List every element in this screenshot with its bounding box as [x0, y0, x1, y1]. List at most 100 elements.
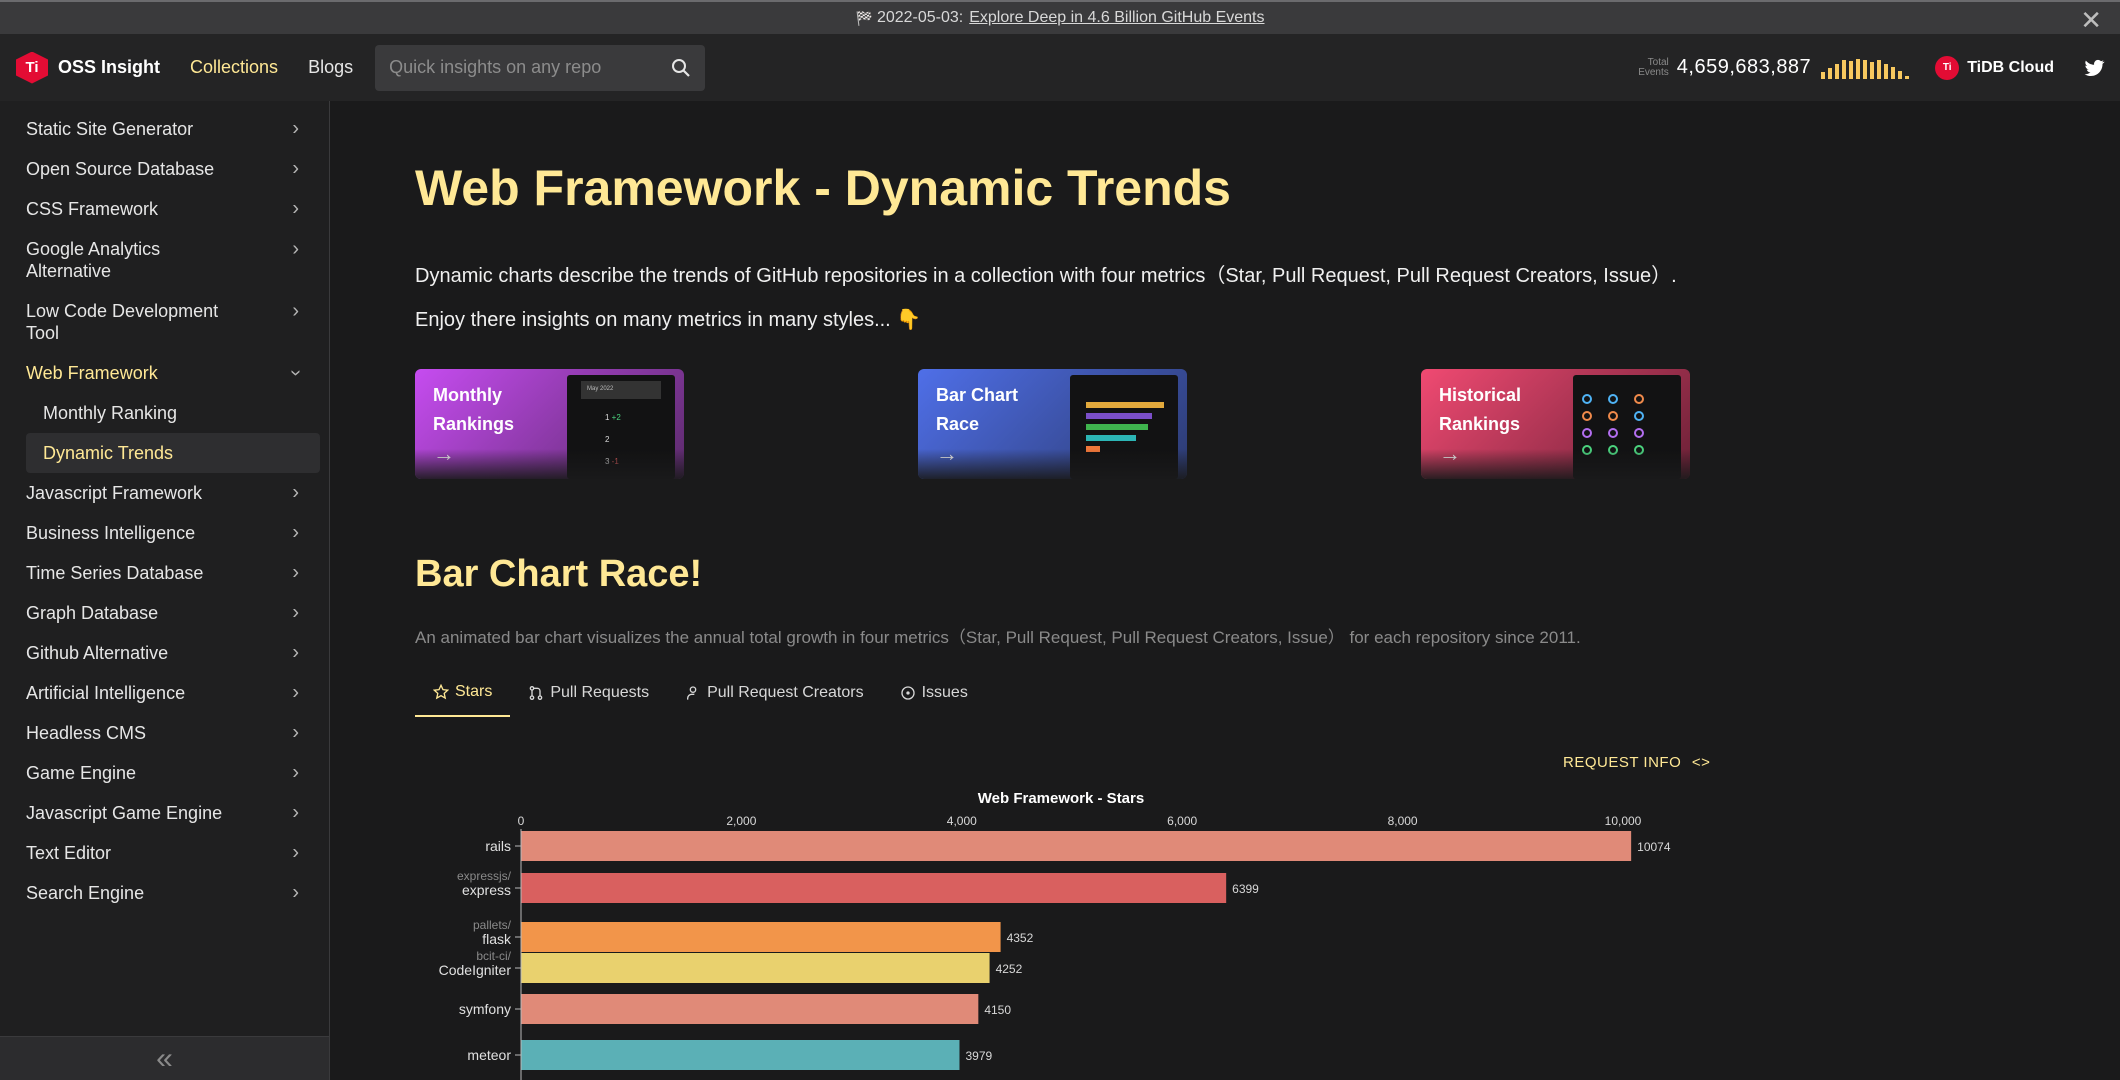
sparkline-bar — [1856, 58, 1861, 79]
request-info-button[interactable]: REQUEST INFO <> — [1563, 754, 1710, 771]
ossinsight-logo-icon: Ti — [16, 51, 48, 84]
chevron-right-icon: › — [292, 117, 299, 140]
nav-blogs[interactable]: Blogs — [308, 57, 353, 78]
chevron-right-icon: › — [292, 521, 299, 544]
sidebar-item-graph-database[interactable]: Graph Database › — [0, 593, 329, 633]
sidebar-subitem-monthly-ranking[interactable]: Monthly Ranking — [0, 393, 329, 433]
main-content: Web Framework - Dynamic Trends Dynamic c… — [331, 101, 2120, 1080]
tab-pull-requests[interactable]: Pull Requests — [510, 673, 667, 717]
sparkline-bar — [1870, 61, 1875, 79]
x-tick-label: 4,000 — [947, 814, 977, 828]
x-tick-label: 2,000 — [726, 814, 756, 828]
chevron-right-icon: › — [292, 681, 299, 704]
bar-value-label: 3979 — [965, 1049, 992, 1063]
checkered-flag-icon: 🏁 — [855, 9, 873, 26]
sidebar-item-search-engine[interactable]: Search Engine › — [0, 873, 329, 913]
sparkline-bar — [1877, 59, 1882, 79]
sidebar-item-business-intelligence[interactable]: Business Intelligence › — [0, 513, 329, 553]
nav-right: Total Events 4,659,683,887 Ti TiDB Cloud — [1635, 55, 2106, 80]
sparkline-bar — [1849, 60, 1854, 79]
sidebar-item-javascript-framework[interactable]: Javascript Framework › — [0, 473, 329, 513]
sidebar-item-google-analytics-alternative[interactable]: Google Analytics Alternative › — [0, 229, 329, 291]
x-tick-label: 10,000 — [1605, 814, 1642, 828]
sidebar-subitem-dynamic-trends[interactable]: Dynamic Trends — [26, 433, 320, 473]
chart-title: Web Framework - Stars — [978, 790, 1144, 807]
bar-codeigniter — [521, 953, 990, 983]
chevron-right-icon: › — [292, 761, 299, 784]
chevron-right-icon: › — [292, 561, 299, 584]
chevron-right-icon: › — [292, 238, 299, 260]
card-monthly-rankings[interactable]: Monthly Rankings → May 2022 1 +223 -1 — [415, 369, 684, 479]
repo-name-label: meteor — [467, 1047, 511, 1063]
x-tick-label: 6,000 — [1167, 814, 1197, 828]
events-label: Total Events — [1638, 56, 1669, 78]
tidb-label: TiDB Cloud — [1967, 58, 2054, 76]
sidebar-item-game-engine[interactable]: Game Engine › — [0, 753, 329, 793]
code-brackets-icon: <> — [1691, 754, 1711, 771]
page-description: Dynamic charts describe the trends of Gi… — [415, 265, 1677, 287]
bar-rails — [521, 831, 1632, 861]
chevron-right-icon: › — [292, 481, 299, 504]
repo-name-label: CodeIgniter — [439, 962, 512, 978]
sparkline-bar — [1828, 67, 1833, 79]
search-input[interactable]: Quick insights on any repo — [375, 44, 706, 91]
sidebar-item-web-framework[interactable]: Web Framework › — [0, 353, 329, 393]
chevron-right-icon: › — [292, 300, 299, 322]
navbar: Ti OSS Insight Collections Blogs Quick i… — [0, 34, 2120, 101]
sidebar-item-time-series-database[interactable]: Time Series Database › — [0, 553, 329, 593]
chevron-right-icon: › — [292, 841, 299, 864]
bar-symfony — [521, 994, 979, 1024]
sparkline-bar — [1898, 70, 1903, 79]
sidebar-item-github-alternative[interactable]: Github Alternative › — [0, 633, 329, 673]
card-bar-chart-race[interactable]: Bar Chart Race → — [918, 369, 1187, 479]
section-title: Bar Chart Race! — [415, 553, 703, 595]
bar-value-label: 4352 — [1007, 931, 1034, 945]
sidebar-item-open-source-database[interactable]: Open Source Database › — [0, 149, 329, 189]
sparkline-bar — [1863, 59, 1868, 79]
tidb-cloud-link[interactable]: Ti TiDB Cloud — [1935, 55, 2054, 80]
repo-owner-label: expressjs/ — [457, 869, 512, 883]
git-pull-request-icon — [530, 686, 543, 700]
sidebar-item-static-site-generator[interactable]: Static Site Generator › — [0, 109, 329, 149]
tidb-logo-icon: Ti — [1935, 55, 1960, 80]
bar-value-label: 10074 — [1637, 840, 1671, 854]
nav-collections[interactable]: Collections — [190, 57, 278, 78]
repo-name-label: flask — [482, 931, 512, 947]
tab-issues[interactable]: Issues — [882, 673, 986, 717]
repo-name-label: express — [462, 882, 511, 898]
chevron-right-icon: › — [292, 881, 299, 904]
logo-link[interactable]: Ti OSS Insight — [16, 51, 161, 84]
issue-icon — [900, 686, 915, 700]
sidebar-item-text-editor[interactable]: Text Editor › — [0, 833, 329, 873]
tab-pull-request-creators[interactable]: Pull Request Creators — [667, 673, 882, 717]
chevron-right-icon: › — [292, 601, 299, 624]
tab-stars[interactable]: Stars — [415, 673, 511, 717]
announcement-bar: 🏁 2022-05-03: Explore Deep in 4.6 Billio… — [0, 0, 2120, 36]
sidebar-item-low-code-development-tool[interactable]: Low Code Development Tool › — [0, 291, 329, 353]
logo-text: OSS Insight — [58, 57, 161, 77]
close-icon[interactable]: ✕ — [2080, 5, 2102, 36]
metric-tabs: Stars Pull Requests Pull Request Creator… — [415, 673, 986, 717]
page-subdescription: Enjoy there insights on many metrics in … — [415, 309, 922, 331]
sidebar: Static Site Generator › Open Source Data… — [0, 101, 330, 1080]
sparkline-bar — [1884, 63, 1889, 79]
card-historical-rankings[interactable]: Historical Rankings → — [1421, 369, 1690, 479]
twitter-icon[interactable] — [2082, 56, 2106, 80]
sidebar-item-javascript-game-engine[interactable]: Javascript Game Engine › — [0, 793, 329, 833]
sidebar-item-artificial-intelligence[interactable]: Artificial Intelligence › — [0, 673, 329, 713]
bar-value-label: 6399 — [1232, 882, 1259, 896]
events-sparkline — [1821, 57, 1910, 79]
search-icon[interactable] — [671, 58, 691, 78]
bar-express — [521, 873, 1227, 903]
announcement-link[interactable]: Explore Deep in 4.6 Billion GitHub Event… — [969, 9, 1264, 27]
chevron-right-icon: › — [292, 801, 299, 824]
collapse-sidebar-icon[interactable]: « — [0, 1036, 329, 1080]
chevron-right-icon: › — [292, 197, 299, 220]
bar-flask — [521, 922, 1001, 952]
sparkline-bar — [1821, 71, 1826, 79]
sidebar-item-css-framework[interactable]: CSS Framework › — [0, 189, 329, 229]
bar-chart-race: Web Framework - Stars 0 2,000 4,000 6,000 8,0… — [439, 790, 1671, 1080]
bar-value-label: 4150 — [984, 1003, 1011, 1017]
sidebar-item-headless-cms[interactable]: Headless CMS › — [0, 713, 329, 753]
announcement-date: 2022-05-03: — [876, 9, 964, 26]
